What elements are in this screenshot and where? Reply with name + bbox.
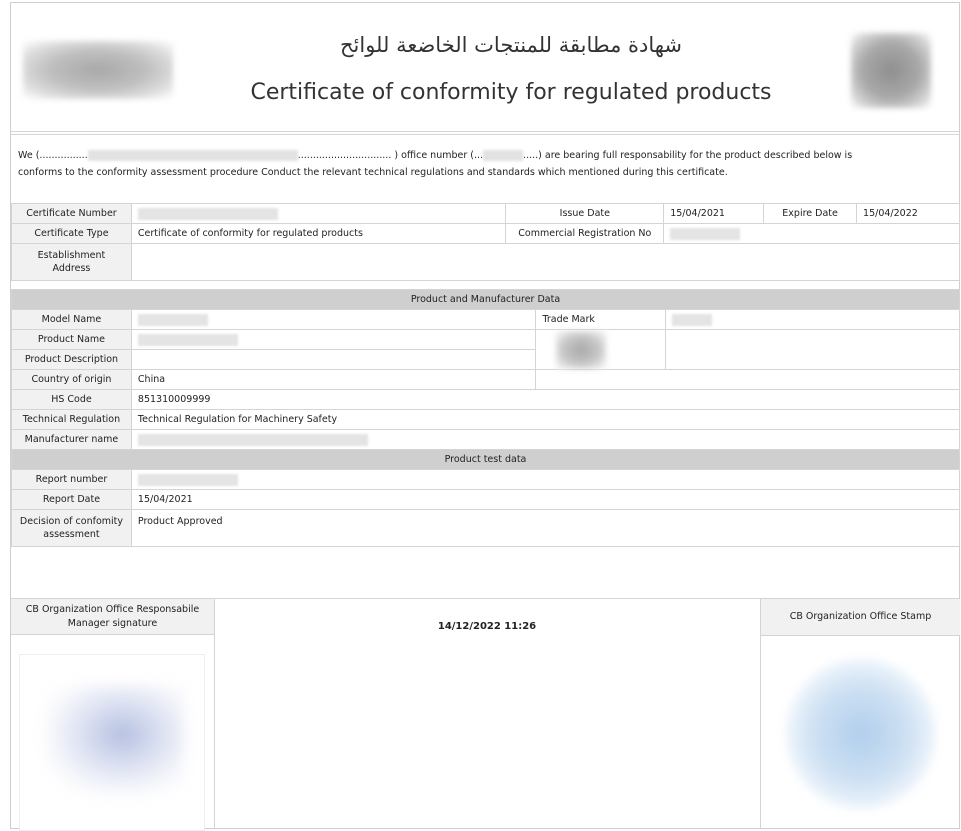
product-name-value: [130, 329, 537, 350]
technical-regulation-value: Technical Regulation for Machinery Safet…: [130, 409, 961, 430]
office-stamp-label: CB Organization Office Stamp: [761, 599, 960, 636]
country-of-origin-value: China: [130, 369, 537, 390]
establishment-address-label: Establishment Address: [11, 243, 132, 281]
certificate-type-value: Certificate of conformity for regulated …: [130, 223, 507, 244]
table-row: Establishment Address: [11, 243, 961, 281]
table-row: Report number: [11, 469, 961, 490]
redacted-value: [137, 473, 238, 486]
manager-signature-label: CB Organization Office Responsabile Mana…: [11, 599, 214, 635]
signature-mark: [45, 685, 185, 795]
trade-mark-label: Trade Mark: [535, 309, 667, 330]
report-number-value: [130, 469, 961, 490]
product-description-label: Product Description: [11, 349, 132, 370]
decision-label: Decision of confomity assessment: [11, 509, 132, 547]
certificate-number-value: [130, 203, 507, 224]
table-row: Manufacturer name: [11, 429, 961, 450]
redacted-value: [137, 433, 368, 446]
responsibility-statement: We (....................................…: [18, 147, 948, 181]
authority-logo: [23, 41, 173, 99]
redacted-value: [137, 207, 278, 220]
redacted-office-number: [483, 150, 524, 161]
organization-logo: [851, 33, 931, 108]
certificate-page: شهادة مطابقة للمنتجات الخاضعة للوائح Cer…: [10, 2, 961, 831]
commercial-registration-label: Commercial Registration No: [505, 223, 665, 244]
certificate-type-label: Certificate Type: [11, 223, 132, 244]
issue-date-value: 15/04/2021: [663, 203, 765, 224]
country-row-filler: [535, 369, 960, 390]
signature-area: CB Organization Office Responsabile Mana…: [11, 598, 960, 831]
product-image-spacer: [665, 329, 960, 370]
title-arabic: شهادة مطابقة للمنتجات الخاضعة للوائح: [339, 33, 683, 57]
table-row: Product test data: [11, 449, 960, 470]
redacted-office-name: [87, 150, 298, 161]
title-english: Certificate of conformity for regulated …: [250, 80, 772, 105]
redacted-value: [137, 313, 208, 326]
header-divider: [11, 131, 959, 132]
product-section-title: Product and Manufacturer Data: [11, 289, 960, 310]
manufacturer-name-value: [130, 429, 961, 450]
product-image-cell: [535, 329, 667, 370]
trade-mark-value: [665, 309, 960, 330]
statement-part-2: ............................... ) office…: [297, 150, 484, 161]
decision-value: Product Approved: [130, 509, 961, 547]
model-name-label: Model Name: [11, 309, 132, 330]
redacted-value: [137, 333, 238, 346]
issue-date-label: Issue Date: [505, 203, 665, 224]
table-row: Decision of confomity assessment Product…: [11, 509, 961, 547]
statement-part-3: .....) are bearing full responsability f…: [523, 150, 853, 161]
certificate-number-label: Certificate Number: [11, 203, 132, 224]
redacted-value: [672, 313, 713, 326]
report-date-label: Report Date: [11, 489, 132, 510]
report-date-value: 15/04/2021: [130, 489, 961, 510]
technical-regulation-label: Technical Regulation: [11, 409, 132, 430]
hs-code-label: HS Code: [11, 389, 132, 410]
stamp-mark: [786, 659, 936, 809]
manufacturer-name-label: Manufacturer name: [11, 429, 132, 450]
issue-timestamp: 14/12/2022 11:26: [437, 621, 537, 632]
commercial-registration-value: [663, 223, 960, 244]
table-row: Certificate Type Certificate of conformi…: [11, 223, 960, 244]
product-name-label: Product Name: [11, 329, 132, 350]
country-of-origin-label: Country of origin: [11, 369, 132, 390]
office-stamp-image: [766, 639, 954, 819]
table-row: Product and Manufacturer Data: [11, 289, 960, 310]
redacted-value: [670, 227, 741, 240]
manager-signature-image: [19, 654, 205, 831]
table-row: Certificate Number Issue Date 15/04/2021…: [11, 203, 960, 224]
establishment-address-value: [130, 243, 961, 281]
hs-code-value: 851310009999: [130, 389, 961, 410]
certificate-info-table: Certificate Number Issue Date 15/04/2021…: [11, 203, 961, 281]
statement-part-1: We (................: [18, 150, 88, 161]
product-data-table: Product and Manufacturer Data Model Name…: [11, 289, 961, 547]
header-divider-2: [11, 134, 959, 135]
expire-date-label: Expire Date: [763, 203, 858, 224]
test-section-title: Product test data: [11, 449, 960, 470]
table-row: Report Date 15/04/2021: [11, 489, 961, 510]
certificate-header: شهادة مطابقة للمنتجات الخاضعة للوائح Cer…: [11, 3, 959, 131]
table-row: Model Name Trade Mark: [11, 309, 960, 330]
table-row: Technical Regulation Technical Regulatio…: [11, 409, 961, 430]
table-row: Country of origin China: [11, 369, 960, 390]
statement-line-2: conforms to the conformity assessment pr…: [18, 167, 728, 178]
expire-date-value: 15/04/2022: [856, 203, 960, 224]
report-number-label: Report number: [11, 469, 132, 490]
product-description-value: [130, 349, 537, 370]
table-row: Product Name: [11, 329, 960, 370]
model-name-value: [130, 309, 537, 330]
office-stamp-panel: CB Organization Office Stamp: [760, 599, 960, 829]
timestamp-panel: 14/12/2022 11:26: [215, 599, 759, 829]
table-row: HS Code 851310009999: [11, 389, 961, 410]
product-image: [556, 330, 607, 369]
manager-signature-panel: CB Organization Office Responsabile Mana…: [11, 599, 215, 831]
